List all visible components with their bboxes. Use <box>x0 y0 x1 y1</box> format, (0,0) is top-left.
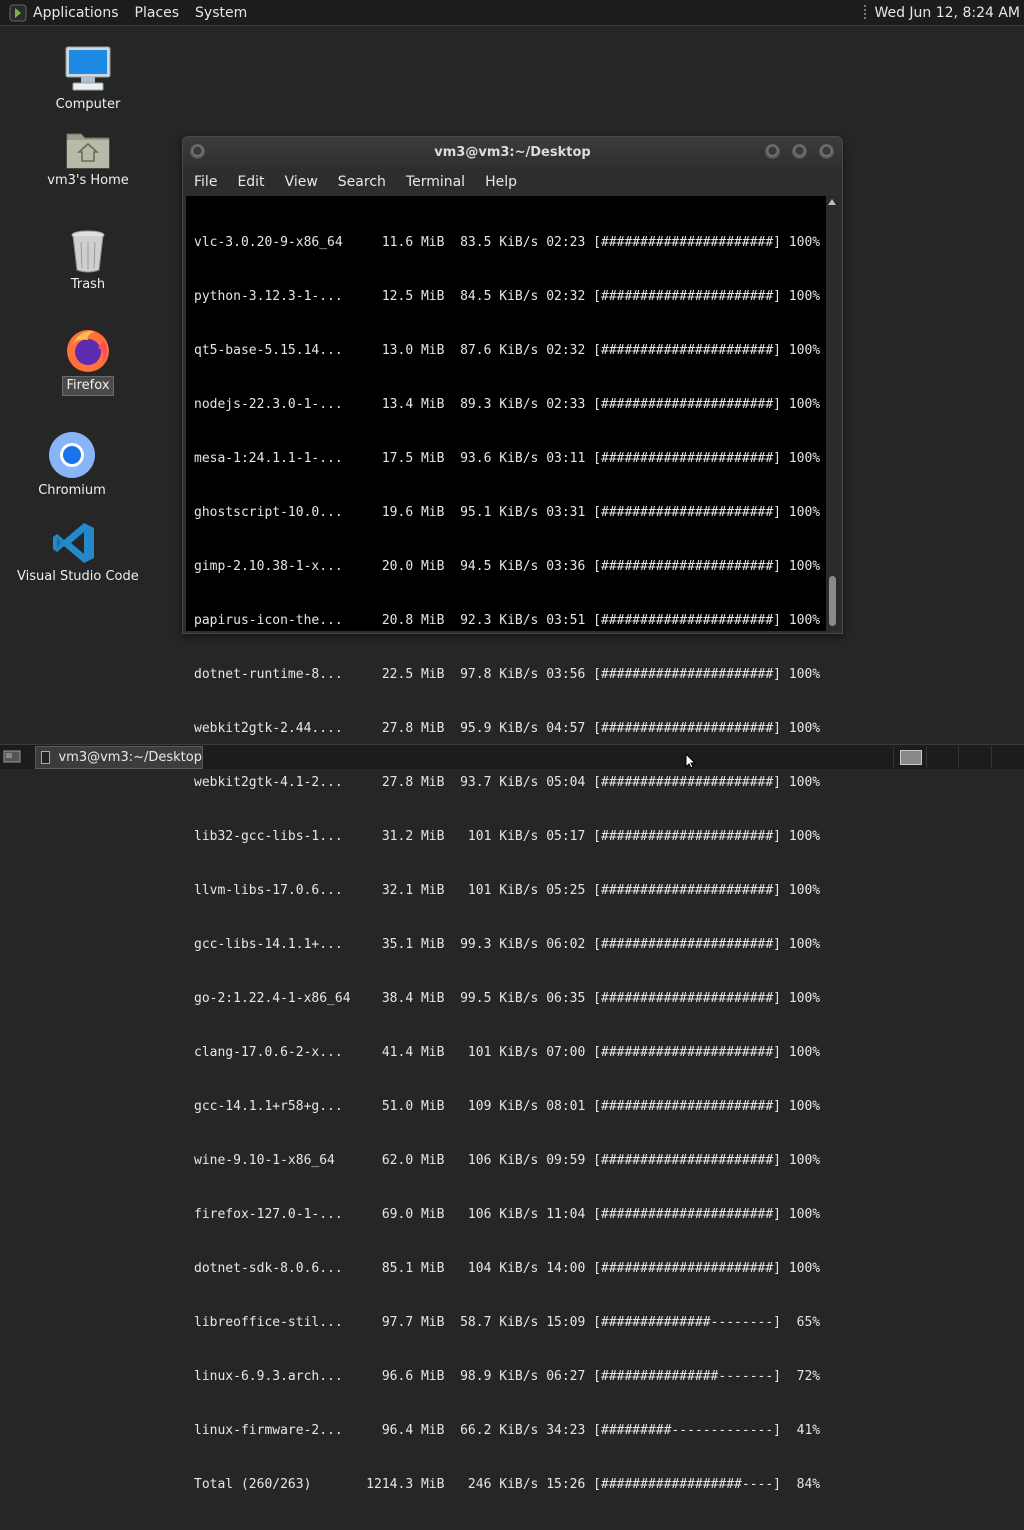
menu-search[interactable]: Search <box>338 174 386 190</box>
maximize-button[interactable] <box>792 144 807 159</box>
places-menu[interactable]: Places <box>135 5 180 21</box>
workspace-1[interactable] <box>893 746 926 768</box>
terminal-scrollbar[interactable] <box>826 196 839 631</box>
terminal-line: ghostscript-10.0... 19.6 MiB 95.1 KiB/s … <box>194 505 821 520</box>
system-menu[interactable]: System <box>195 5 247 21</box>
menu-terminal[interactable]: Terminal <box>406 174 465 190</box>
terminal-line: dotnet-runtime-8... 22.5 MiB 97.8 KiB/s … <box>194 667 821 682</box>
window-title: vm3@vm3:~/Desktop <box>434 145 591 160</box>
firefox-icon <box>67 330 109 372</box>
desktop-icon-home[interactable]: vm3's Home <box>44 128 132 190</box>
desktop-icon-chromium[interactable]: Chromium <box>32 430 112 500</box>
terminal-line: mesa-1:24.1.1-1-... 17.5 MiB 93.6 KiB/s … <box>194 451 821 466</box>
terminal-line: webkit2gtk-4.1-2... 27.8 MiB 93.7 KiB/s … <box>194 775 821 790</box>
home-folder-icon <box>66 133 110 169</box>
terminal-line: libreoffice-stil... 97.7 MiB 58.7 KiB/s … <box>194 1315 821 1330</box>
desktop-icon-computer[interactable]: Computer <box>50 44 126 114</box>
terminal-line: python-3.12.3-1-... 12.5 MiB 84.5 KiB/s … <box>194 289 821 304</box>
workspace-3[interactable] <box>958 746 991 768</box>
terminal-line: gcc-14.1.1+r58+g... 51.0 MiB 109 KiB/s 0… <box>194 1099 821 1114</box>
bottom-panel: vm3@vm3:~/Desktop <box>0 744 1024 769</box>
terminal-line: go-2:1.22.4-1-x86_64 38.4 MiB 99.5 KiB/s… <box>194 991 821 1006</box>
window-titlebar[interactable]: vm3@vm3:~/Desktop <box>183 137 842 168</box>
terminal-line: llvm-libs-17.0.6... 32.1 MiB 101 KiB/s 0… <box>194 883 821 898</box>
terminal-menubar: File Edit View Search Terminal Help <box>183 168 842 196</box>
desktop-icon-label: Computer <box>55 97 121 112</box>
terminal-line: linux-6.9.3.arch... 96.6 MiB 98.9 KiB/s … <box>194 1369 821 1384</box>
terminal-line: linux-firmware-2... 96.4 MiB 66.2 KiB/s … <box>194 1423 821 1438</box>
terminal-line: nodejs-22.3.0-1-... 13.4 MiB 89.3 KiB/s … <box>194 397 821 412</box>
desktop-icon-vscode[interactable]: Visual Studio Code <box>14 520 139 586</box>
applications-menu-icon[interactable] <box>9 4 27 22</box>
terminal-window[interactable]: vm3@vm3:~/Desktop File Edit View Search … <box>182 136 843 1492</box>
menu-file[interactable]: File <box>194 174 217 190</box>
desktop-icon-label: Trash <box>70 277 106 292</box>
desktop-icon-label: Visual Studio Code <box>17 569 139 584</box>
terminal-line: dotnet-sdk-8.0.6... 85.1 MiB 104 KiB/s 1… <box>194 1261 821 1276</box>
chromium-icon <box>49 432 95 478</box>
menu-view[interactable]: View <box>285 174 318 190</box>
scroll-up-arrow-icon[interactable] <box>828 199 836 205</box>
minimize-button[interactable] <box>765 144 780 159</box>
workspace-switcher[interactable] <box>893 746 1023 768</box>
workspace-4[interactable] <box>990 746 1024 768</box>
show-desktop-icon[interactable] <box>3 749 21 764</box>
applications-menu[interactable]: Applications <box>33 5 119 21</box>
terminal-line: qt5-base-5.15.14... 13.0 MiB 87.6 KiB/s … <box>194 343 821 358</box>
terminal-line: vlc-3.0.20-9-x86_64 11.6 MiB 83.5 KiB/s … <box>194 235 821 250</box>
terminal-output[interactable]: vlc-3.0.20-9-x86_64 11.6 MiB 83.5 KiB/s … <box>186 196 826 1492</box>
terminal-line: gcc-libs-14.1.1+... 35.1 MiB 99.3 KiB/s … <box>194 937 821 952</box>
clock[interactable]: Wed Jun 12, 8:24 AM <box>874 5 1020 21</box>
mouse-cursor-icon <box>685 753 697 769</box>
terminal-icon <box>41 751 51 764</box>
close-button[interactable] <box>819 144 834 159</box>
terminal-line: firefox-127.0-1-... 69.0 MiB 106 KiB/s 1… <box>194 1207 821 1222</box>
desktop-icon-trash[interactable]: Trash <box>60 228 116 294</box>
terminal-line: wine-9.10-1-x86_64 62.0 MiB 106 KiB/s 09… <box>194 1153 821 1168</box>
desktop-icon-label: vm3's Home <box>47 173 129 188</box>
terminal-line: clang-17.0.6-2-x... 41.4 MiB 101 KiB/s 0… <box>194 1045 821 1060</box>
terminal-line: Total (260/263) 1214.3 MiB 246 KiB/s 15:… <box>194 1477 821 1492</box>
desktop-icon-label: Chromium <box>38 483 106 498</box>
taskbar-label: vm3@vm3:~/Desktop <box>58 750 202 765</box>
computer-icon <box>65 46 111 91</box>
terminal-line: lib32-gcc-libs-1... 31.2 MiB 101 KiB/s 0… <box>194 829 821 844</box>
terminal-line: webkit2gtk-2.44.... 27.8 MiB 95.9 KiB/s … <box>194 721 821 736</box>
terminal-line: gimp-2.10.38-1-x... 20.0 MiB 94.5 KiB/s … <box>194 559 821 574</box>
desktop-icon-label: Firefox <box>62 376 114 396</box>
workspace-2[interactable] <box>925 746 959 768</box>
desktop-icon-firefox[interactable]: Firefox <box>58 326 118 396</box>
trash-icon <box>71 230 105 273</box>
top-panel: Applications Places System Wed Jun 12, 8… <box>0 0 1024 26</box>
menu-help[interactable]: Help <box>485 174 517 190</box>
terminal-line: papirus-icon-the... 20.8 MiB 92.3 KiB/s … <box>194 613 821 628</box>
scrollbar-thumb[interactable] <box>829 576 836 626</box>
vscode-icon <box>53 523 94 563</box>
menu-edit[interactable]: Edit <box>237 174 264 190</box>
panel-separator <box>864 5 867 20</box>
taskbar-terminal-button[interactable]: vm3@vm3:~/Desktop <box>35 746 203 769</box>
